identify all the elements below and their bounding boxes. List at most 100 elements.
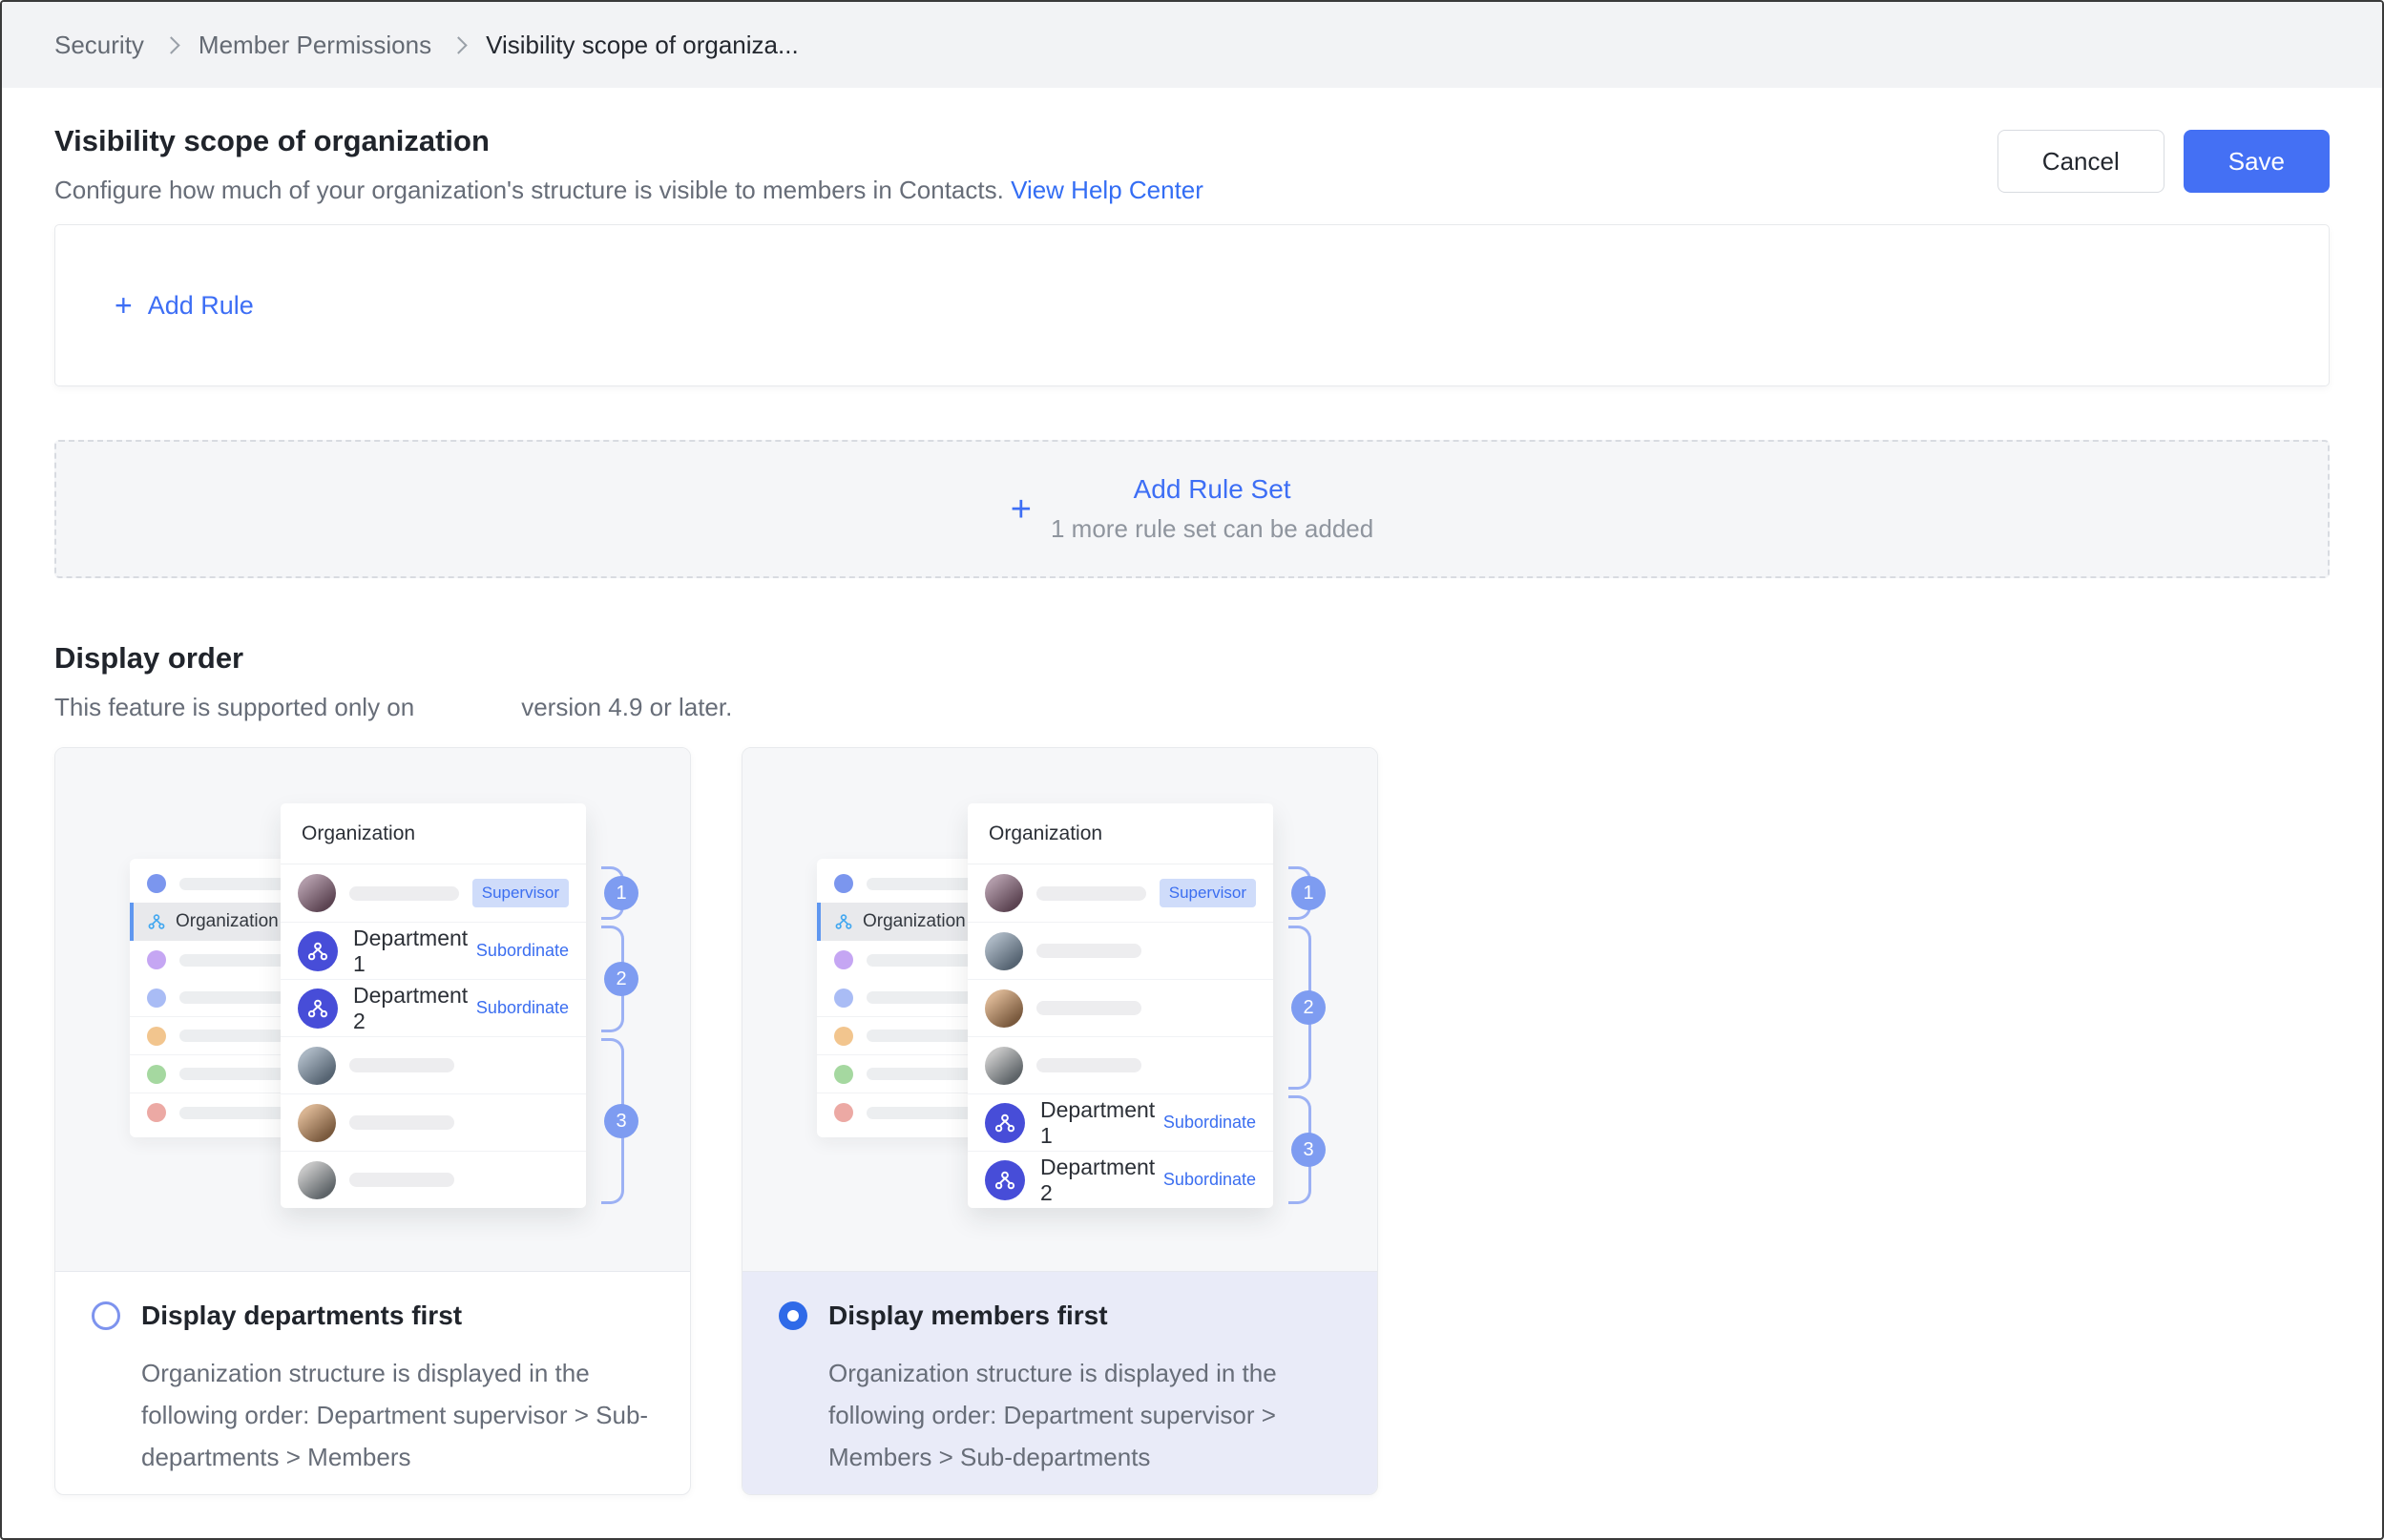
order-badge-3: 3 bbox=[1291, 1133, 1326, 1167]
breadcrumb-item-current-page: Visibility scope of organiza... bbox=[486, 31, 799, 60]
member-row bbox=[281, 1093, 586, 1151]
subordinate-link: Subordinate bbox=[476, 941, 569, 961]
avatar bbox=[985, 932, 1023, 970]
save-button[interactable]: Save bbox=[2184, 130, 2330, 193]
order-badge-2: 2 bbox=[604, 962, 638, 996]
member-row bbox=[281, 1036, 586, 1093]
subordinate-link: Subordinate bbox=[476, 998, 569, 1018]
department-row: Department 2 Subordinate bbox=[281, 979, 586, 1036]
department-icon bbox=[985, 1103, 1025, 1143]
avatar bbox=[985, 874, 1023, 912]
mini-sidebar-label: Organization bbox=[863, 911, 966, 932]
department-label: Department 1 bbox=[353, 926, 476, 977]
placeholder-bar bbox=[349, 1173, 454, 1187]
color-dot bbox=[834, 989, 853, 1008]
order-bracket-1: 1 bbox=[601, 866, 624, 920]
order-badge-2: 2 bbox=[1291, 990, 1326, 1025]
department-row: Department 1 Subordinate bbox=[968, 1093, 1273, 1151]
member-row bbox=[968, 922, 1273, 979]
avatar bbox=[298, 1104, 336, 1142]
color-dot bbox=[147, 950, 166, 969]
mini-org-panel: Organization Supervisor Department 1 bbox=[968, 803, 1273, 1208]
department-label: Department 1 bbox=[1040, 1097, 1163, 1149]
option-description: Organization structure is displayed in t… bbox=[141, 1352, 671, 1478]
member-row bbox=[968, 1036, 1273, 1093]
departments-first-illustration: Organization Organization Supe bbox=[55, 748, 690, 1271]
order-bracket-3: 3 bbox=[1288, 1095, 1311, 1204]
add-rule-button[interactable]: + Add Rule bbox=[115, 290, 254, 321]
avatar bbox=[985, 989, 1023, 1028]
avatar bbox=[985, 1047, 1023, 1085]
org-structure-icon bbox=[834, 912, 853, 931]
breadcrumb-item-security[interactable]: Security bbox=[54, 31, 144, 60]
mini-panel-title: Organization bbox=[968, 803, 1273, 864]
cancel-button[interactable]: Cancel bbox=[1997, 130, 2164, 193]
redacted-app-name bbox=[414, 706, 521, 716]
color-dot bbox=[147, 1103, 166, 1122]
page-subtitle: Configure how much of your organization'… bbox=[54, 176, 1004, 204]
add-rule-label: Add Rule bbox=[148, 291, 254, 321]
placeholder-bar bbox=[349, 1115, 454, 1130]
placeholder-bar bbox=[349, 1058, 454, 1072]
supervisor-row: Supervisor bbox=[281, 864, 586, 922]
plus-icon: + bbox=[115, 290, 133, 321]
avatar bbox=[298, 1047, 336, 1085]
radio-display-members-first[interactable] bbox=[779, 1301, 807, 1330]
option-title: Display departments first bbox=[141, 1301, 462, 1331]
option-members-first[interactable]: Display members first Organization struc… bbox=[742, 1271, 1377, 1494]
color-dot bbox=[834, 950, 853, 969]
department-icon bbox=[298, 931, 338, 971]
add-rule-set-hint: 1 more rule set can be added bbox=[1051, 514, 1373, 544]
member-row bbox=[968, 979, 1273, 1036]
order-badge-3: 3 bbox=[604, 1104, 638, 1138]
radio-display-departments-first[interactable] bbox=[92, 1301, 120, 1330]
mini-panel-title: Organization bbox=[281, 803, 586, 864]
placeholder-bar bbox=[349, 886, 459, 901]
add-rule-set-text: Add Rule Set 1 more rule set can be adde… bbox=[1051, 474, 1373, 544]
breadcrumb-item-member-permissions[interactable]: Member Permissions bbox=[199, 31, 431, 60]
member-row bbox=[281, 1151, 586, 1208]
org-structure-icon bbox=[147, 912, 166, 931]
order-badge-1: 1 bbox=[604, 876, 638, 910]
option-title: Display members first bbox=[828, 1301, 1108, 1331]
page-header: Visibility scope of organization Configu… bbox=[54, 124, 2330, 205]
department-icon bbox=[985, 1160, 1025, 1200]
order-bracket-3: 3 bbox=[601, 1038, 624, 1204]
option-card-members-first[interactable]: Organization Organization Supe bbox=[742, 747, 1378, 1495]
app-window: Security Member Permissions Visibility s… bbox=[0, 0, 2384, 1540]
color-dot bbox=[834, 874, 853, 893]
display-order-options: Organization Organization Supe bbox=[54, 747, 2330, 1495]
mini-org-panel: Organization Supervisor Department 1 Sub… bbox=[281, 803, 586, 1208]
placeholder-bar bbox=[1036, 886, 1146, 901]
color-dot bbox=[147, 874, 166, 893]
option-card-departments-first[interactable]: Organization Organization Supe bbox=[54, 747, 691, 1495]
department-icon bbox=[298, 989, 338, 1029]
help-center-link[interactable]: View Help Center bbox=[1011, 176, 1203, 204]
department-row: Department 1 Subordinate bbox=[281, 922, 586, 979]
department-label: Department 2 bbox=[1040, 1155, 1163, 1206]
placeholder-bar bbox=[1036, 944, 1141, 958]
color-dot bbox=[834, 1103, 853, 1122]
supervisor-badge: Supervisor bbox=[472, 879, 569, 907]
option-departments-first[interactable]: Display departments first Organization s… bbox=[55, 1271, 690, 1494]
color-dot bbox=[834, 1027, 853, 1046]
supervisor-badge: Supervisor bbox=[1160, 879, 1256, 907]
display-order-title: Display order bbox=[54, 641, 2330, 676]
page-title: Visibility scope of organization bbox=[54, 124, 1203, 158]
avatar bbox=[298, 1161, 336, 1199]
order-bracket-2: 2 bbox=[601, 926, 624, 1032]
add-rule-set-button[interactable]: + Add Rule Set 1 more rule set can be ad… bbox=[54, 440, 2330, 578]
subordinate-link: Subordinate bbox=[1163, 1170, 1256, 1190]
display-order-note: This feature is supported only onversion… bbox=[54, 693, 2330, 722]
option-description: Organization structure is displayed in t… bbox=[828, 1352, 1358, 1478]
department-row: Department 2 Subordinate bbox=[968, 1151, 1273, 1208]
order-badge-1: 1 bbox=[1291, 876, 1326, 910]
color-dot bbox=[147, 989, 166, 1008]
members-first-illustration: Organization Organization Supe bbox=[742, 748, 1377, 1271]
department-label: Department 2 bbox=[353, 983, 476, 1034]
rule-list-panel: + Add Rule bbox=[54, 224, 2330, 386]
breadcrumb: Security Member Permissions Visibility s… bbox=[2, 2, 2382, 88]
order-bracket-2: 2 bbox=[1288, 926, 1311, 1090]
placeholder-bar bbox=[1036, 1001, 1141, 1015]
color-dot bbox=[147, 1065, 166, 1084]
